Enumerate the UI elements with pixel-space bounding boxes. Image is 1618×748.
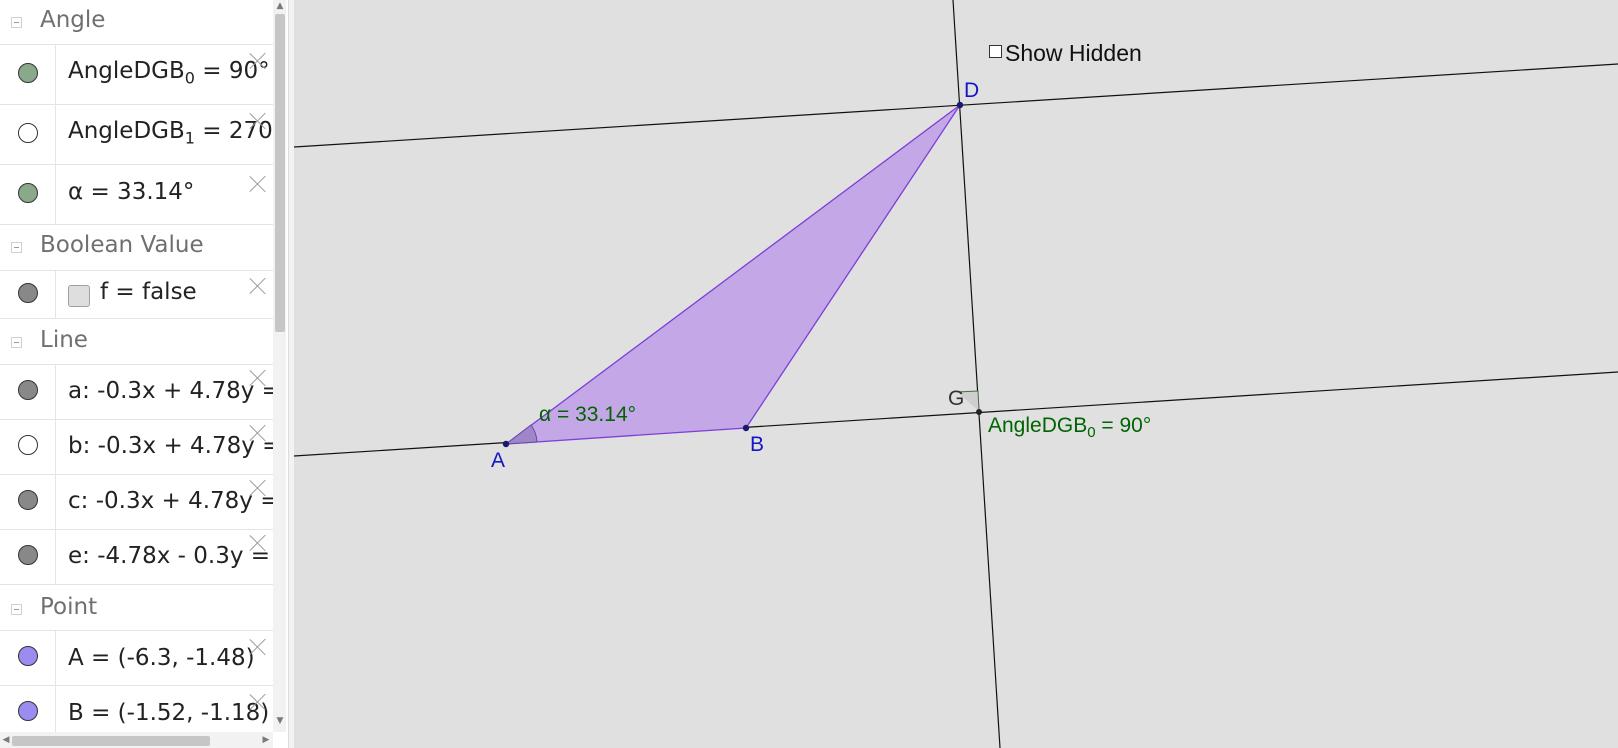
delete-icon[interactable] <box>248 173 268 193</box>
angle-dgb-subscript: 0 <box>1087 424 1096 442</box>
scroll-down-icon[interactable]: ▼ <box>274 716 286 726</box>
group-header-boolean[interactable]: Boolean Value <box>0 224 273 271</box>
triangle-polygon[interactable] <box>503 104 961 445</box>
graphics-view[interactable]: Show Hidden A B D G α = 33.14° AngleDGB0… <box>294 0 1618 748</box>
delete-icon[interactable] <box>248 636 268 656</box>
list-item-point-b[interactable]: B = (-1.52, -1.18) <box>0 685 273 732</box>
delete-icon[interactable] <box>248 477 268 497</box>
collapse-icon[interactable] <box>11 604 22 615</box>
checkbox-box[interactable] <box>989 45 1002 59</box>
delete-icon[interactable] <box>248 275 268 295</box>
visibility-toggle[interactable] <box>0 685 56 732</box>
visibility-dot-icon[interactable] <box>18 123 38 143</box>
algebra-expression[interactable]: α = 33.14° <box>68 179 194 205</box>
delete-icon[interactable] <box>248 50 268 70</box>
visibility-toggle[interactable] <box>0 529 56 584</box>
angle-dgb-value: = 90° <box>1095 414 1152 437</box>
vertical-scroll-thumb[interactable] <box>275 14 285 332</box>
boolean-checkbox[interactable] <box>68 285 90 307</box>
point-g[interactable] <box>976 409 982 415</box>
horizontal-scroll-thumb[interactable] <box>12 736 210 746</box>
delete-icon[interactable] <box>248 691 268 711</box>
delete-icon[interactable] <box>248 422 268 442</box>
line-perpendicular[interactable] <box>952 0 1001 748</box>
point-label-g[interactable]: G <box>948 387 964 411</box>
delete-icon[interactable] <box>248 367 268 387</box>
list-item-line-c[interactable]: c: -0.3x + 4.78y = -9 <box>0 474 273 530</box>
object-subscript: 1 <box>184 128 195 148</box>
visibility-toggle[interactable] <box>0 474 56 529</box>
point-label-a[interactable]: A <box>491 449 505 473</box>
group-header-line[interactable]: Line <box>0 318 273 365</box>
line-lower[interactable] <box>294 371 1618 457</box>
algebra-view: Angle AngleDGB0 = 90° AngleDGB1 = 270° α… <box>0 0 288 748</box>
visibility-dot-icon[interactable] <box>18 545 38 565</box>
algebra-expression[interactable]: B = (-1.52, -1.18) <box>68 700 269 726</box>
group-title: Point <box>40 594 98 620</box>
visibility-dot-icon[interactable] <box>18 701 38 721</box>
visibility-toggle[interactable] <box>0 44 56 104</box>
list-item-alpha[interactable]: α = 33.14° <box>0 164 273 225</box>
list-item-f[interactable]: f = false <box>0 270 273 319</box>
visibility-toggle[interactable] <box>0 270 56 318</box>
delete-icon[interactable] <box>248 532 268 552</box>
point-label-d[interactable]: D <box>964 79 979 103</box>
visibility-toggle[interactable] <box>0 164 56 224</box>
list-item-line-b[interactable]: b: -0.3x + 4.78y = -9 <box>0 419 273 475</box>
group-title: Angle <box>40 7 106 33</box>
list-item-angledgb0[interactable]: AngleDGB0 = 90° <box>0 44 273 105</box>
visibility-dot-icon[interactable] <box>18 183 38 203</box>
group-title: Line <box>40 327 88 353</box>
list-item-point-a[interactable]: A = (-6.3, -1.48) <box>0 630 273 686</box>
scroll-up-icon[interactable]: ▲ <box>274 1 286 11</box>
point-a[interactable] <box>502 440 510 448</box>
point-b[interactable] <box>742 424 750 432</box>
show-hidden-checkbox[interactable]: Show Hidden <box>989 40 1142 67</box>
visibility-toggle[interactable] <box>0 630 56 685</box>
object-name: AngleDGB <box>68 58 185 84</box>
visibility-dot-icon[interactable] <box>18 435 38 455</box>
list-item-angledgb1[interactable]: AngleDGB1 = 270° <box>0 104 273 165</box>
group-header-point[interactable]: Point <box>0 584 273 631</box>
angle-dgb-label[interactable]: AngleDGB0 = 90° <box>988 414 1151 441</box>
algebra-expression[interactable]: f = false <box>100 279 197 305</box>
group-title: Boolean Value <box>40 232 204 258</box>
visibility-toggle[interactable] <box>0 364 56 419</box>
delete-icon[interactable] <box>248 110 268 130</box>
visibility-dot-icon[interactable] <box>18 63 38 83</box>
visibility-dot-icon[interactable] <box>18 646 38 666</box>
visibility-toggle[interactable] <box>0 419 56 474</box>
algebra-expression[interactable]: b: -0.3x + 4.78y = -9 <box>68 433 273 459</box>
algebra-expression[interactable]: c: -0.3x + 4.78y = -9 <box>68 488 273 514</box>
algebra-expression[interactable]: a: -0.3x + 4.78y = -9 <box>68 378 273 404</box>
collapse-icon[interactable] <box>11 17 22 28</box>
visibility-dot-icon[interactable] <box>18 380 38 400</box>
object-subscript: 0 <box>184 68 195 88</box>
list-item-line-e[interactable]: e: -4.78x - 0.3y = - <box>0 529 273 585</box>
collapse-icon[interactable] <box>11 337 22 348</box>
point-label-b[interactable]: B <box>750 433 764 457</box>
angle-alpha-label[interactable]: α = 33.14° <box>539 403 636 427</box>
line-upper[interactable] <box>294 63 1618 148</box>
algebra-list: Angle AngleDGB0 = 90° AngleDGB1 = 270° α… <box>0 0 273 732</box>
scroll-right-icon[interactable]: ▶ <box>261 733 271 747</box>
algebra-expression[interactable]: AngleDGB0 = 90° <box>68 58 270 88</box>
visibility-dot-icon[interactable] <box>18 490 38 510</box>
object-name: AngleDGB <box>68 118 185 144</box>
algebra-expression[interactable]: A = (-6.3, -1.48) <box>68 645 255 671</box>
geometry-canvas[interactable] <box>294 0 1618 748</box>
visibility-dot-icon[interactable] <box>18 283 38 303</box>
algebra-expression[interactable]: AngleDGB1 = 270° <box>68 118 273 148</box>
angle-dgb-name: AngleDGB <box>988 414 1088 437</box>
algebra-expression[interactable]: e: -4.78x - 0.3y = - <box>68 543 273 569</box>
angle-alpha-sector[interactable] <box>504 424 538 445</box>
show-hidden-label: Show Hidden <box>1005 40 1142 66</box>
collapse-icon[interactable] <box>11 242 22 253</box>
group-header-angle[interactable]: Angle <box>0 0 273 45</box>
visibility-toggle[interactable] <box>0 104 56 164</box>
point-d[interactable] <box>956 101 964 109</box>
scroll-left-icon[interactable]: ◀ <box>1 733 11 747</box>
list-item-line-a[interactable]: a: -0.3x + 4.78y = -9 <box>0 364 273 420</box>
